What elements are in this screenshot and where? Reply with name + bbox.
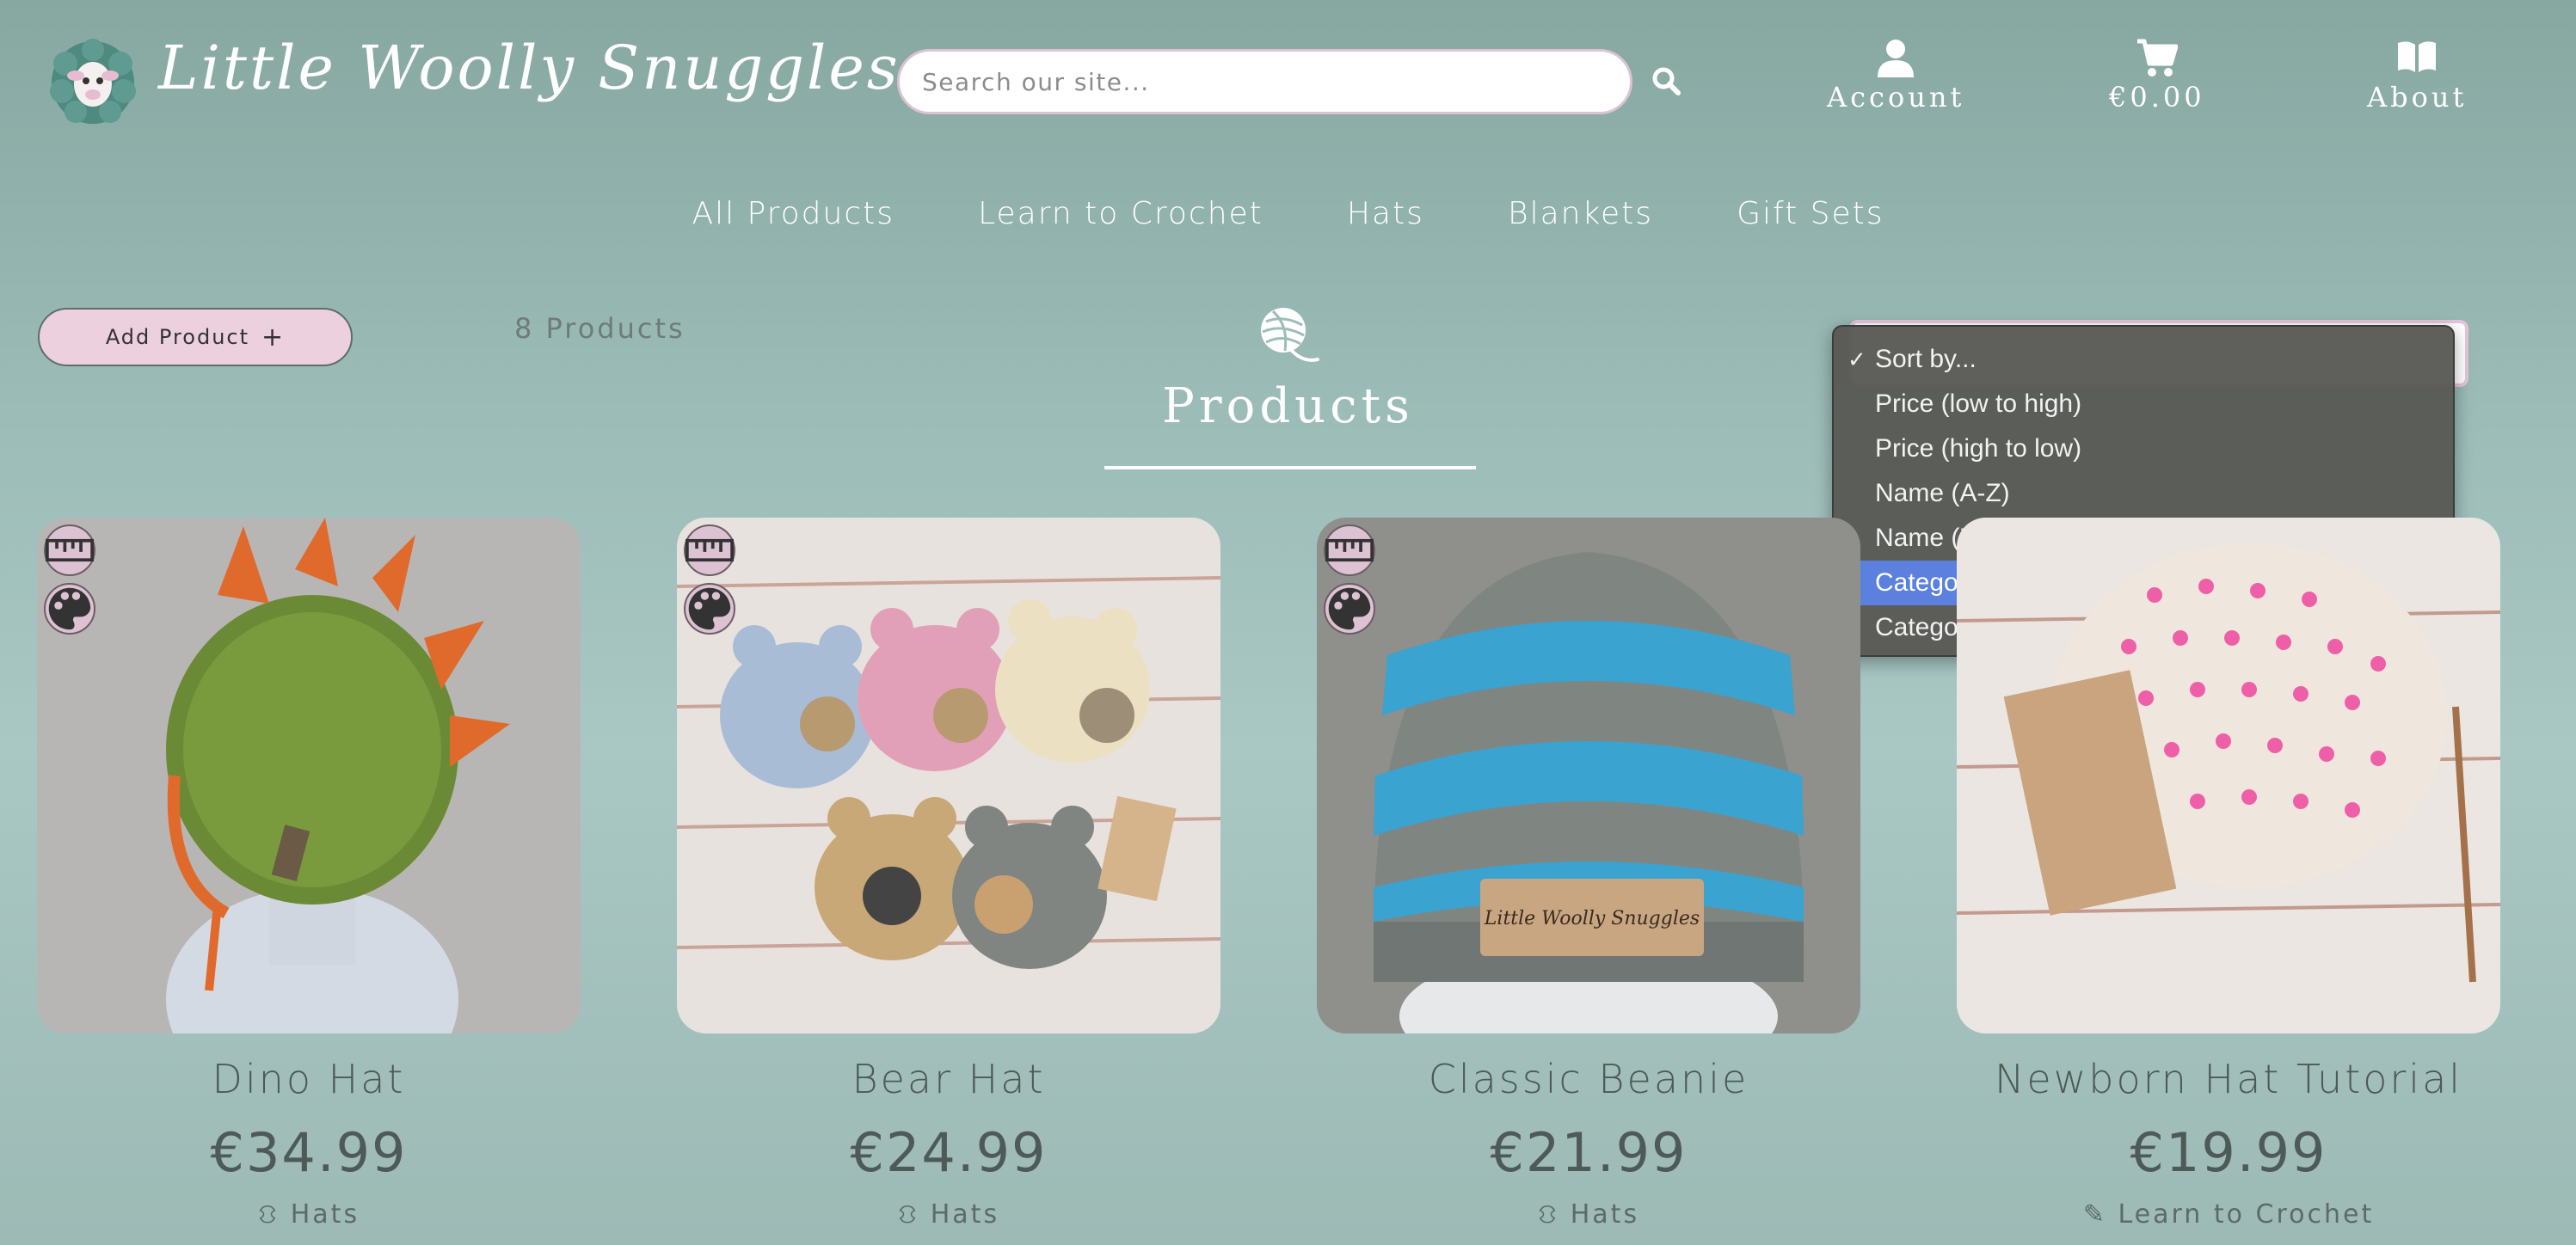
plus-icon: + [261, 322, 286, 353]
product-card[interactable]: Little Woolly Snuggles Classic Beanie €2… [1317, 518, 1860, 1233]
sort-option[interactable]: Price (low to high) [1842, 382, 2444, 426]
product-count: 8 Products [514, 312, 685, 345]
user-icon [1878, 40, 1915, 77]
about-link[interactable]: About [2367, 38, 2467, 113]
sort-option-label: Price (high to low) [1875, 434, 2082, 463]
site-title[interactable]: Little Woolly Snuggles [158, 33, 901, 103]
checkmark-icon: ✓ [1847, 347, 1866, 372]
newborn-hat-image [1957, 518, 2500, 1033]
product-card[interactable]: Dino Hat €34.99 ⛻ Hats [37, 518, 581, 1233]
palette-icon[interactable] [44, 583, 95, 635]
nav-hats[interactable]: Hats [1347, 196, 1424, 231]
product-category[interactable]: ⛻ Hats [677, 1199, 1220, 1233]
product-category[interactable]: ⛻ Hats [37, 1199, 581, 1233]
book-icon [2398, 41, 2437, 72]
nav-learn-to-crochet[interactable]: Learn to Crochet [978, 196, 1263, 231]
product-image[interactable]: Little Woolly Snuggles [1317, 518, 1860, 1033]
product-image[interactable] [1957, 518, 2500, 1033]
sort-option-label: Price (low to high) [1875, 389, 2082, 418]
nav-blankets[interactable]: Blankets [1508, 196, 1653, 231]
product-name[interactable]: Dino Hat [37, 1056, 581, 1102]
palette-icon[interactable] [684, 583, 735, 635]
sort-option[interactable]: ✓ Sort by... [1842, 337, 2444, 382]
title-divider [1104, 466, 1476, 469]
add-product-button[interactable]: Add Product + [38, 308, 353, 366]
product-name[interactable]: Bear Hat [677, 1056, 1220, 1102]
about-label: About [2367, 81, 2468, 113]
sort-option-label: Name (A-Z) [1875, 479, 2010, 507]
add-product-label: Add Product [105, 325, 250, 349]
product-name[interactable]: Classic Beanie [1317, 1056, 1860, 1102]
product-price: €24.99 [850, 1121, 1048, 1184]
product-image[interactable] [677, 518, 1220, 1033]
search-icon[interactable] [1650, 64, 1682, 97]
dino-hat-image [37, 518, 581, 1033]
gift-tag-icon: ✎ [2082, 1199, 2107, 1230]
product-price: €19.99 [2130, 1121, 2327, 1184]
category-label: Hats [930, 1199, 1000, 1230]
yarn-ball-icon [1261, 308, 1319, 362]
product-category[interactable]: ⛻ Hats [1317, 1199, 1860, 1233]
product-price: €34.99 [210, 1121, 408, 1184]
category-label: Hats [1570, 1199, 1640, 1230]
product-image[interactable] [37, 518, 581, 1033]
category-label: Hats [290, 1199, 360, 1230]
hat-icon: ⛻ [1537, 1199, 1560, 1230]
product-name[interactable]: Newborn Hat Tutorial [1957, 1056, 2500, 1102]
product-category[interactable]: ✎ Learn to Crochet [1957, 1199, 2500, 1230]
main-nav: All Products Learn to Crochet Hats Blank… [0, 196, 2576, 231]
beanie-tag-text: Little Woolly Snuggles [1484, 908, 1700, 929]
nav-gift-sets[interactable]: Gift Sets [1737, 196, 1884, 231]
palette-icon[interactable] [1324, 583, 1375, 635]
sheep-logo-icon[interactable] [48, 38, 138, 127]
ruler-icon[interactable] [44, 524, 95, 576]
cart-total: €0.00 [2109, 81, 2205, 113]
sort-option[interactable]: Price (high to low) [1842, 426, 2444, 471]
ruler-icon[interactable] [684, 524, 735, 576]
hat-icon: ⛻ [257, 1199, 280, 1230]
category-label: Learn to Crochet [2118, 1199, 2375, 1230]
sort-option[interactable]: Name (A-Z) [1842, 471, 2444, 516]
product-card[interactable]: Newborn Hat Tutorial €19.99 ✎ Learn to C… [1957, 518, 2500, 1230]
ruler-icon[interactable] [1324, 524, 1375, 576]
product-card[interactable]: Bear Hat €24.99 ⛻ Hats [677, 518, 1220, 1233]
account-label: Account [1827, 81, 1965, 113]
beanie-image: Little Woolly Snuggles [1317, 518, 1860, 1033]
nav-all-products[interactable]: All Products [692, 196, 895, 231]
hat-icon: ⛻ [897, 1199, 920, 1230]
cart-icon [2136, 39, 2178, 77]
cart-link[interactable]: €0.00 [2109, 38, 2205, 113]
account-link[interactable]: Account [1827, 38, 1964, 113]
product-price: €21.99 [1490, 1121, 1688, 1184]
search-input[interactable] [897, 49, 1632, 114]
sort-option-label: Sort by... [1875, 345, 1977, 373]
bear-hat-image [677, 518, 1220, 1033]
